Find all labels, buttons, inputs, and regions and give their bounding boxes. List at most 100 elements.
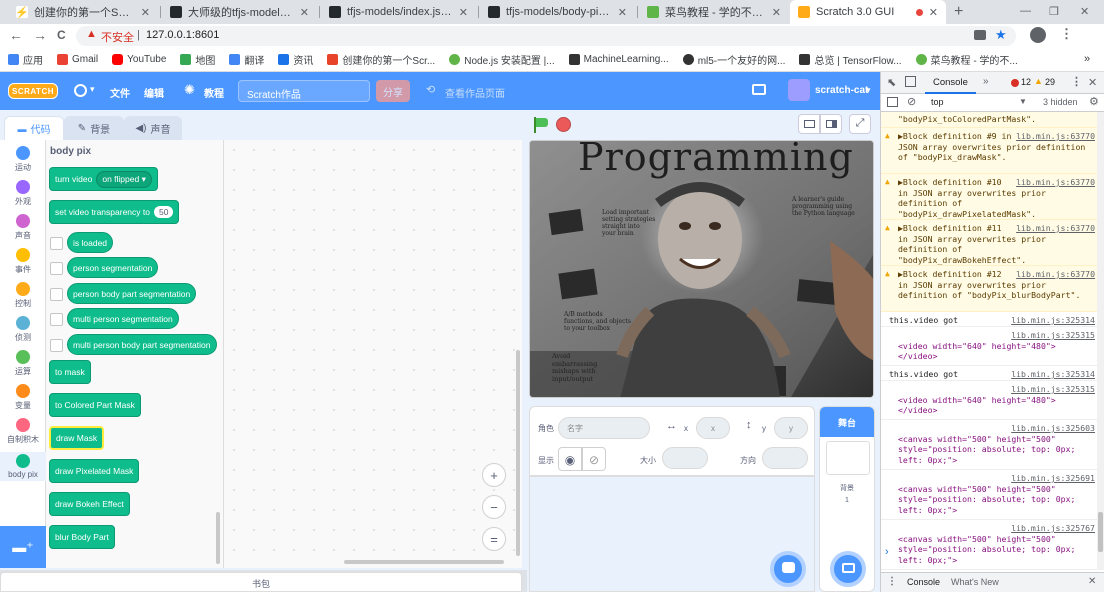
tab-backdrops[interactable]: ✎ 背景	[64, 116, 124, 140]
direction-input[interactable]	[762, 447, 808, 469]
browser-tab[interactable]: 大师级的tfjs-models / body ✕	[162, 0, 317, 24]
block-multi-person[interactable]: multi person segmentation	[67, 308, 179, 329]
maximize-button[interactable]: ❐	[1049, 5, 1059, 18]
console-prompt[interactable]: ›	[885, 546, 889, 558]
block-draw-mask[interactable]: draw Mask	[49, 426, 105, 450]
error-count[interactable]: 12	[1021, 77, 1031, 87]
clear-console-icon[interactable]: ⊘	[907, 95, 916, 108]
menu-edit[interactable]: 编辑	[144, 85, 164, 100]
url-text[interactable]: 127.0.0.1:8601	[146, 29, 219, 41]
warning-count[interactable]: 29	[1045, 77, 1055, 87]
project-title-input[interactable]: Scratch作品	[238, 80, 370, 102]
backdrop-thumbnail[interactable]	[826, 441, 870, 475]
bookmark-news[interactable]: 资讯	[278, 52, 313, 67]
see-project-link[interactable]: 查看作品页面	[445, 85, 505, 100]
zoom-reset-button[interactable]: =	[482, 527, 506, 551]
sprite-name-input[interactable]: 名字	[558, 417, 650, 439]
forward-button[interactable]: →	[33, 27, 47, 43]
close-icon[interactable]: ✕	[459, 6, 468, 19]
user-dropdown-arrow[interactable]: ▾	[866, 85, 871, 96]
source-link[interactable]: lib.min.js:325315	[1011, 330, 1095, 341]
browser-tab[interactable]: tfjs-models/index.js at ma ✕	[321, 0, 476, 24]
drawer-tab-whats-new[interactable]: What's New	[951, 577, 999, 587]
stage-canvas[interactable]: Programming Load important setting strat…	[529, 140, 874, 398]
close-icon[interactable]: ✕	[141, 6, 150, 19]
console-warning[interactable]: ▲ lib.min.js:63770 ▶Block definition #9 i…	[881, 128, 1097, 174]
category-looks[interactable]: 外观	[0, 180, 46, 207]
source-link[interactable]: lib.min.js:63770	[1016, 223, 1095, 234]
device-toolbar-icon[interactable]	[905, 76, 916, 87]
user-avatar[interactable]	[788, 79, 810, 101]
block-draw-pixelated-mask[interactable]: draw Pixelated Mask	[49, 459, 140, 483]
green-flag-icon[interactable]	[532, 117, 548, 133]
fullscreen-button[interactable]: ⤢	[849, 114, 871, 134]
show-sprite-button[interactable]: ◉	[558, 447, 582, 471]
inspect-element-icon[interactable]: ⬉	[887, 76, 896, 89]
bookmark-ml5[interactable]: ml5-一个友好的网...	[682, 52, 785, 67]
block-person-segmentation[interactable]: person segmentation	[67, 257, 159, 278]
bookmark-nodejs[interactable]: Node.js 安装配置 |...	[449, 52, 555, 67]
console-scrollbar[interactable]	[1097, 112, 1104, 570]
code-workspace[interactable]: + − =	[224, 140, 522, 568]
category-control[interactable]: 控制	[0, 282, 46, 309]
multi-person-body-checkbox[interactable]	[50, 339, 63, 352]
category-sound[interactable]: 声音	[0, 214, 46, 241]
drawer-tab-console[interactable]: Console	[907, 577, 940, 587]
bookmark-star-icon[interactable]: ★	[995, 27, 1007, 43]
zoom-out-button[interactable]: −	[482, 495, 506, 519]
palette-scrollbar[interactable]	[216, 512, 220, 564]
block-person-body-part[interactable]: person body part segmentation	[67, 283, 197, 304]
browser-tab[interactable]: tfjs-models/body-pix at m ✕	[480, 0, 635, 24]
block-multi-person-body[interactable]: multi person body part segmentation	[67, 334, 217, 355]
console-warning[interactable]: ▲ lib.min.js:63770 ▶Block definition #11 …	[881, 220, 1097, 266]
browser-tab[interactable]: 菜鸟教程 - 学的不仅是技术 ✕	[639, 0, 789, 24]
back-button[interactable]: ←	[9, 27, 23, 43]
console-warning[interactable]: ▲ lib.min.js:63770 ▶Block definition #12 …	[881, 266, 1097, 312]
y-input[interactable]: y	[774, 417, 808, 439]
console-warning[interactable]: ▲ lib.min.js:63770 ▶Block definition #10 …	[881, 174, 1097, 220]
stop-icon[interactable]	[556, 117, 571, 132]
category-body-pix[interactable]: body pix	[0, 452, 46, 481]
source-link[interactable]: lib.min.js:325691	[1011, 473, 1095, 484]
category-events[interactable]: 事件	[0, 248, 46, 275]
hidden-count[interactable]: 3 hidden	[1043, 97, 1078, 107]
block-is-loaded[interactable]: is loaded	[67, 232, 114, 253]
category-operators[interactable]: 运算	[0, 350, 46, 377]
source-link[interactable]: lib.min.js:63770	[1016, 177, 1095, 188]
profile-avatar-icon[interactable]	[1030, 27, 1046, 43]
workspace-h-scrollbar[interactable]	[344, 560, 504, 564]
bookmark-translate[interactable]: 翻译	[229, 52, 264, 67]
category-sensing[interactable]: 侦测	[0, 316, 46, 343]
block-to-mask[interactable]: to mask	[49, 360, 91, 384]
multi-person-checkbox[interactable]	[50, 313, 63, 326]
devtools-menu-icon[interactable]: ⋮	[1071, 75, 1082, 88]
body-part-checkbox[interactable]	[50, 288, 63, 301]
console-log[interactable]: lib.min.js:325691 <canvas width="500" hei…	[881, 470, 1097, 520]
x-input[interactable]: x	[696, 417, 730, 439]
close-icon[interactable]: ✕	[772, 6, 781, 19]
browser-tab-active[interactable]: Scratch 3.0 GUI ✕	[790, 0, 946, 24]
console-log[interactable]: lib.min.js:325315 <video width="640" heig…	[881, 381, 1097, 420]
source-link[interactable]: lib.min.js:63770	[1016, 269, 1095, 280]
window-close-button[interactable]: ✕	[1080, 5, 1089, 18]
tab-console[interactable]: Console	[925, 72, 976, 94]
address-bar[interactable]: ▲ 不安全 | 127.0.0.1:8601 ★	[76, 26, 1016, 46]
bookmark-tensorflow[interactable]: 总览 | TensorFlow...	[799, 52, 902, 67]
size-input[interactable]	[662, 447, 708, 469]
language-dropdown-arrow[interactable]: ▾	[90, 84, 95, 95]
globe-icon[interactable]	[74, 84, 87, 97]
block-turn-video[interactable]: turn video on flipped ▾	[49, 167, 158, 191]
bookmarks-more-button[interactable]: »	[1084, 53, 1090, 65]
bookmark-ml[interactable]: MachineLearning...	[568, 54, 669, 65]
console-settings-icon[interactable]: ⚙	[1089, 95, 1099, 108]
block-blur-body-part[interactable]: blur Body Part	[49, 525, 115, 549]
browser-tab[interactable]: ⚡ 创建你的第一个Scratch3.0 E ✕	[8, 0, 158, 24]
source-link[interactable]: lib.min.js:325314	[1011, 315, 1095, 326]
console-log[interactable]: lib.min.js:325767 <canvas width="500" hei…	[881, 520, 1097, 570]
menu-tutorials[interactable]: 教程	[204, 85, 224, 100]
choose-backdrop-button[interactable]	[830, 551, 866, 587]
console-log[interactable]: lib.min.js:325603 <canvas width="500" hei…	[881, 420, 1097, 470]
hide-sprite-button[interactable]: ⊘	[582, 447, 606, 471]
minimize-button[interactable]: —	[1020, 5, 1031, 17]
category-my-blocks[interactable]: 自制积木	[0, 418, 46, 445]
